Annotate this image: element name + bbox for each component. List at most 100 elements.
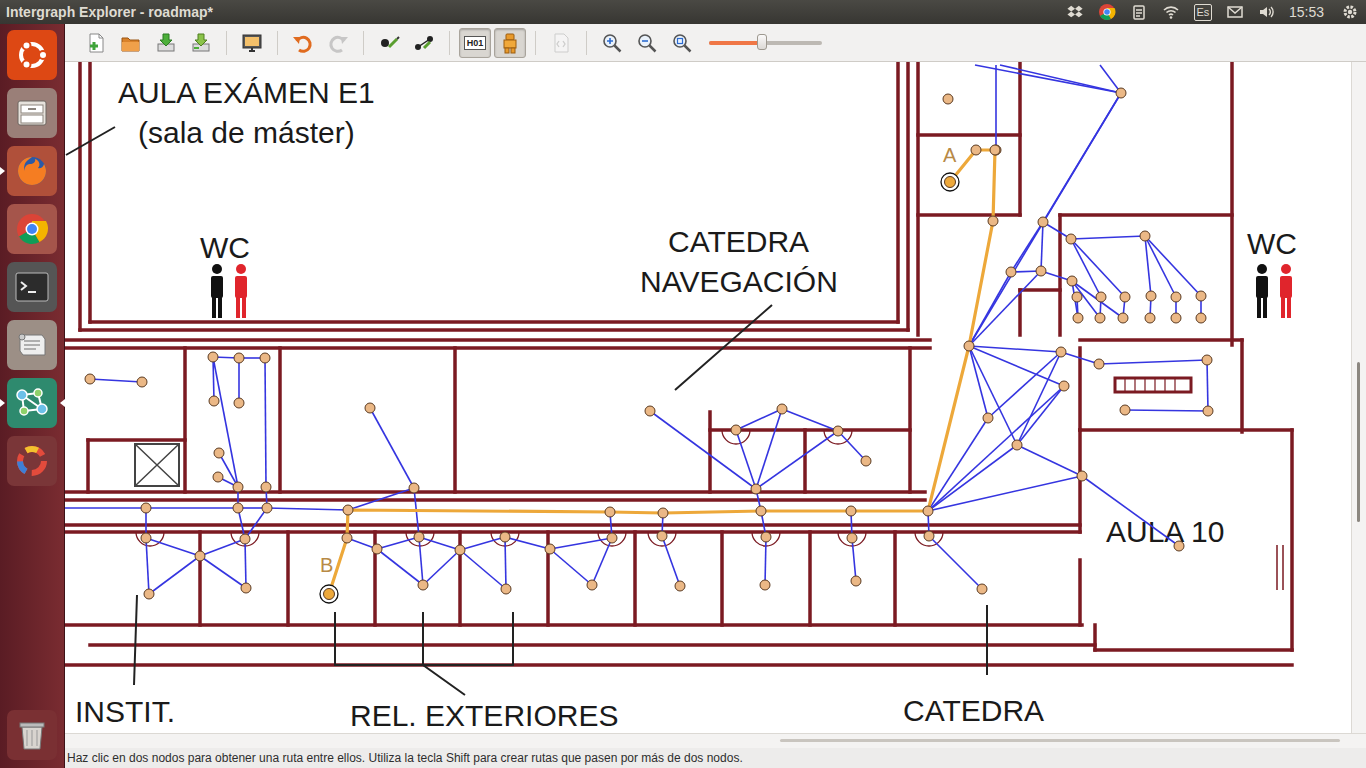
graph-node[interactable] (1067, 276, 1077, 286)
graph-node[interactable] (1006, 267, 1016, 277)
zoom-thumb[interactable] (757, 34, 767, 50)
launcher-item[interactable] (7, 320, 57, 370)
toolbar-button[interactable] (596, 28, 628, 58)
graph-node[interactable] (137, 377, 147, 387)
toolbar-button[interactable] (236, 28, 268, 58)
graph-node[interactable] (861, 456, 871, 466)
graph-node[interactable] (1118, 313, 1128, 323)
graph-node[interactable] (1140, 231, 1150, 241)
graph-node[interactable] (240, 534, 250, 544)
toolbar-button[interactable] (80, 28, 112, 58)
graph-node[interactable] (455, 545, 465, 555)
graph-node[interactable] (141, 533, 151, 543)
open-folder-icon[interactable] (120, 32, 142, 54)
graph-node[interactable] (342, 533, 352, 543)
undo-icon[interactable] (292, 32, 314, 54)
clipboard-icon[interactable] (1130, 3, 1148, 21)
graph-node[interactable] (645, 406, 655, 416)
endpoint-node-core[interactable] (945, 177, 956, 188)
graph-node[interactable] (1096, 292, 1106, 302)
graph-node[interactable] (1196, 313, 1206, 323)
graph-node[interactable] (141, 503, 151, 513)
graph-node[interactable] (233, 482, 243, 492)
graph-node[interactable] (751, 484, 761, 494)
graph-node[interactable] (234, 353, 244, 363)
graph-node[interactable] (365, 403, 375, 413)
launcher-item[interactable] (7, 146, 57, 196)
graph-node[interactable] (943, 94, 953, 104)
launcher-item[interactable] (7, 88, 57, 138)
graph-node[interactable] (1095, 313, 1105, 323)
graph-node[interactable] (977, 584, 987, 594)
graph-node[interactable] (964, 341, 974, 351)
toolbar-button[interactable] (631, 28, 663, 58)
graph-node[interactable] (1171, 292, 1181, 302)
graph-node[interactable] (1145, 313, 1155, 323)
graph-node[interactable] (658, 508, 668, 518)
graph-node[interactable] (209, 396, 219, 406)
launcher-item[interactable] (7, 262, 57, 312)
wifi-icon[interactable] (1162, 3, 1180, 21)
graph-node[interactable] (756, 506, 766, 516)
graph-node[interactable] (605, 507, 615, 517)
toolbar-button[interactable] (408, 28, 440, 58)
add-edge-icon[interactable] (413, 32, 435, 54)
launcher-item[interactable] (7, 378, 57, 428)
graph-node[interactable] (777, 404, 787, 414)
graph-node[interactable] (924, 531, 934, 541)
save-icon[interactable] (155, 32, 177, 54)
graph-node[interactable] (262, 503, 272, 513)
add-node-icon[interactable] (378, 32, 400, 54)
graph-node[interactable] (1203, 406, 1213, 416)
mail-icon[interactable] (1226, 3, 1244, 21)
gear-icon[interactable] (1341, 3, 1359, 21)
toolbar-button[interactable] (545, 28, 577, 58)
graph-node[interactable] (1059, 381, 1069, 391)
graph-node[interactable] (241, 583, 251, 593)
wifi-indicator[interactable] (1155, 0, 1187, 24)
graph-node[interactable] (1036, 266, 1046, 276)
toolbar-button[interactable] (322, 28, 354, 58)
chrome-icon[interactable] (12, 209, 52, 249)
volume-icon[interactable] (1258, 3, 1276, 21)
graph-node[interactable] (675, 581, 685, 591)
graph-node[interactable] (208, 352, 218, 362)
graph-node[interactable] (760, 580, 770, 590)
toolbar-button[interactable] (115, 28, 147, 58)
graph-node[interactable] (501, 584, 511, 594)
color-ring-icon[interactable] (12, 441, 52, 481)
graph-node[interactable] (545, 544, 555, 554)
graph-node[interactable] (144, 589, 154, 599)
keyboard-layout[interactable]: Es (1194, 4, 1213, 21)
graph-node[interactable] (607, 533, 617, 543)
graph-node[interactable] (587, 580, 597, 590)
graph-node[interactable] (372, 544, 382, 554)
graph-node[interactable] (414, 532, 424, 542)
toolbar-button[interactable] (373, 28, 405, 58)
horizontal-scrollbar[interactable] (65, 733, 1366, 748)
launcher-item[interactable] (7, 710, 57, 760)
files-icon[interactable] (12, 93, 52, 133)
redo-icon[interactable] (327, 32, 349, 54)
graph-node[interactable] (923, 506, 933, 516)
toolbar-button[interactable] (150, 28, 182, 58)
graph-node[interactable] (343, 505, 353, 515)
graph-node[interactable] (1077, 471, 1087, 481)
graph-node[interactable] (1073, 313, 1083, 323)
vertical-scrollbar[interactable] (1351, 62, 1366, 733)
graph-node[interactable] (1120, 292, 1130, 302)
graph-node[interactable] (260, 353, 270, 363)
graph-node[interactable] (261, 482, 271, 492)
launcher-item[interactable] (7, 30, 57, 80)
terminal-icon[interactable] (12, 267, 52, 307)
graph-node[interactable] (1056, 347, 1066, 357)
graph-node[interactable] (657, 531, 667, 541)
code-file-icon[interactable] (550, 32, 572, 54)
robot-icon[interactable] (499, 32, 521, 54)
graph-node[interactable] (409, 483, 419, 493)
zoom-in-icon[interactable] (601, 32, 623, 54)
new-file-icon[interactable] (85, 32, 107, 54)
graph-node[interactable] (1066, 234, 1076, 244)
export-image-icon[interactable] (241, 32, 263, 54)
scroll-thumb[interactable] (780, 739, 1340, 742)
